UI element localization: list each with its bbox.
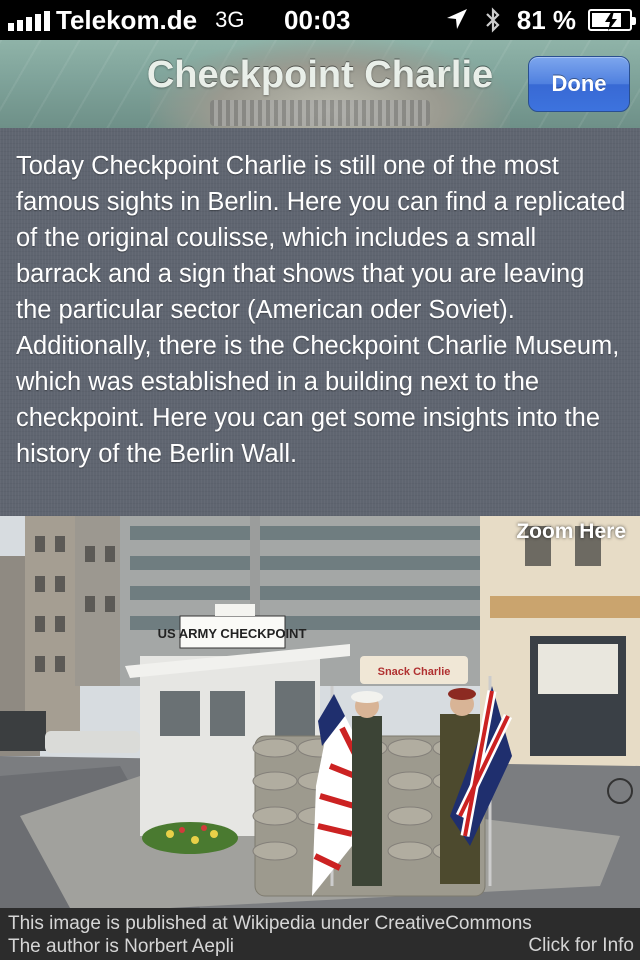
title-background-grille: [210, 100, 430, 126]
clock: 00:03: [284, 4, 351, 35]
location-arrow-icon: [446, 9, 467, 29]
zoom-here-link[interactable]: Zoom Here: [516, 520, 626, 544]
charging-bolt-icon: [605, 11, 617, 31]
description-text: Today Checkpoint Charlie is still one of…: [16, 152, 626, 468]
signal-bars-icon: [8, 9, 50, 31]
navigation-bar: Checkpoint Charlie Done: [0, 40, 640, 128]
image-credit-footer: This image is published at Wikipedia und…: [0, 908, 640, 960]
status-bar: Telekom.de 3G 00:03 81 %: [0, 0, 640, 40]
description-panel: Today Checkpoint Charlie is still one of…: [0, 128, 640, 516]
checkpoint-photo[interactable]: US ARMY CHECKPOINT Snack Charlie Zoom He…: [0, 516, 640, 908]
done-button[interactable]: Done: [528, 56, 630, 112]
bluetooth-icon: [485, 7, 500, 33]
network-type: 3G: [215, 7, 245, 32]
cafe-sign-text: Snack Charlie: [378, 666, 451, 678]
status-right: 81 %: [445, 4, 636, 36]
photo-sign-text: US ARMY CHECKPOINT: [158, 626, 307, 641]
checkpoint-photo-image: US ARMY CHECKPOINT Snack Charlie: [0, 516, 640, 908]
battery-charging-icon: [588, 9, 636, 31]
carrier-name: Telekom.de: [56, 4, 198, 35]
license-text: This image is published at Wikipedia und…: [8, 913, 532, 934]
info-link[interactable]: Click for Info: [528, 934, 634, 957]
battery-percent: 81 %: [516, 4, 576, 35]
